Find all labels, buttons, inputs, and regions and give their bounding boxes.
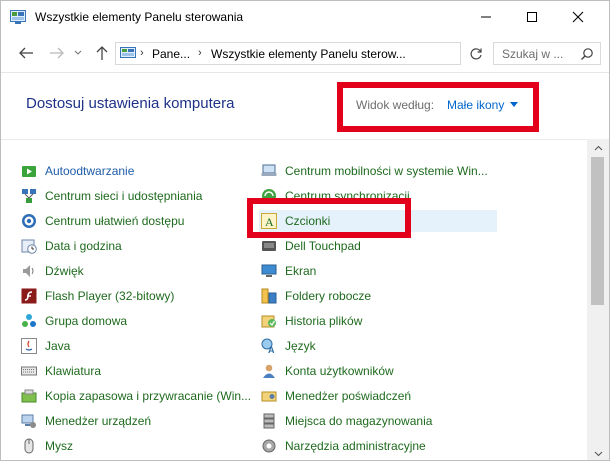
annotation-highlight-view: [337, 82, 539, 132]
arrow-right-icon: [50, 47, 64, 59]
credential-icon: [261, 391, 277, 402]
items-panel: Autoodtwarzanie Centrum sieci i udostępn…: [1, 139, 587, 460]
control-panel-icon: [10, 10, 26, 24]
list-item[interactable]: Centrum sieci i udostępniania: [21, 185, 202, 207]
java-icon: [21, 338, 37, 354]
close-icon: [572, 11, 584, 23]
search-input[interactable]: Szukaj w ...: [502, 47, 563, 61]
title-bar[interactable]: Wszystkie elementy Panelu sterowania: [1, 1, 609, 33]
chevron-down-icon: [594, 451, 602, 456]
speaker-icon: [23, 265, 34, 277]
user-accounts-icon: [263, 364, 275, 378]
refresh-button[interactable]: [464, 42, 488, 65]
address-bar[interactable]: › Pane... › Wszystkie elementy Panelu st…: [115, 42, 561, 65]
up-button[interactable]: [93, 44, 111, 62]
list-item[interactable]: Menedżer urządzeń: [21, 410, 151, 432]
list-item[interactable]: Historia plików: [261, 310, 362, 332]
minimize-button[interactable]: [463, 1, 509, 33]
close-button[interactable]: [555, 1, 601, 33]
list-item[interactable]: Dell Touchpad: [261, 235, 361, 257]
search-icon[interactable]: [580, 47, 594, 61]
chevron-up-icon: [594, 145, 602, 150]
breadcrumb-chevron-icon[interactable]: ›: [140, 47, 144, 59]
list-item[interactable]: Centrum mobilności w systemie Win...: [261, 160, 488, 182]
file-history-icon: [261, 315, 276, 328]
list-item[interactable]: Konta użytkowników: [261, 360, 394, 382]
scroll-up-button[interactable]: [587, 139, 609, 156]
search-box[interactable]: Szukaj w ...: [493, 42, 601, 65]
vertical-scrollbar[interactable]: [587, 139, 609, 460]
forward-button[interactable]: [48, 44, 66, 62]
navigation-bar: › Pane... › Wszystkie elementy Panelu st…: [1, 33, 609, 73]
refresh-icon: [470, 47, 482, 59]
list-item[interactable]: Narzędzia administracyjne: [261, 435, 426, 457]
autoplay-icon: [22, 166, 36, 177]
list-item[interactable]: Ekran: [261, 260, 316, 282]
flash-icon: [21, 288, 37, 304]
maximize-icon: [527, 12, 537, 22]
breadcrumb-chevron-icon[interactable]: ›: [198, 47, 202, 59]
arrow-left-icon: [19, 47, 33, 59]
scroll-down-button[interactable]: [587, 445, 609, 460]
scrollbar-thumb[interactable]: [591, 157, 604, 305]
annotation-highlight-fonts: [247, 198, 411, 238]
list-item[interactable]: Mysz: [21, 435, 73, 457]
chevron-down-icon: [74, 50, 82, 55]
homegroup-icon: [22, 314, 36, 327]
list-item[interactable]: Klawiatura: [21, 360, 101, 382]
list-item[interactable]: Dźwięk: [21, 260, 84, 282]
recent-locations-button[interactable]: [72, 44, 84, 62]
list-item[interactable]: Data i godzina: [21, 235, 122, 257]
network-icon: [22, 189, 36, 203]
list-item[interactable]: Java: [21, 335, 70, 357]
list-item[interactable]: Kopia zapasowa i przywracanie (Win...: [21, 385, 251, 407]
language-icon: A: [261, 338, 275, 354]
list-item[interactable]: Miejsca do magazynowania: [261, 410, 432, 432]
maximize-button[interactable]: [509, 1, 555, 33]
svg-text:A: A: [268, 345, 275, 354]
mobility-icon: [261, 164, 277, 176]
list-item[interactable]: Flash Player (32-bitowy): [21, 285, 174, 307]
device-manager-icon: [21, 414, 36, 428]
work-folders-icon: [261, 288, 277, 304]
minimize-icon: [481, 16, 491, 18]
admin-tools-icon: [262, 439, 276, 453]
list-item[interactable]: Grupa domowa: [21, 310, 127, 332]
storage-icon: [263, 413, 275, 429]
keyboard-icon: [21, 366, 37, 376]
arrow-up-icon: [96, 46, 108, 60]
accessibility-icon: [22, 214, 36, 228]
mouse-icon: [24, 438, 34, 454]
backup-icon: [21, 389, 37, 403]
window-title: Wszystkie elementy Panelu sterowania: [35, 10, 244, 24]
content-header: Dostosuj ustawienia komputera Widok wedł…: [1, 73, 609, 139]
touchpad-icon: [262, 241, 276, 251]
breadcrumb-item[interactable]: Wszystkie elementy Panelu sterow...: [211, 47, 406, 61]
list-item[interactable]: Foldery robocze: [261, 285, 371, 307]
control-panel-window: Wszystkie elementy Panelu sterowania › P…: [0, 0, 610, 461]
back-button[interactable]: [17, 44, 35, 62]
list-item[interactable]: Menedżer poświadczeń: [261, 385, 411, 407]
list-item[interactable]: Centrum ułatwień dostępu: [21, 210, 184, 232]
list-item[interactable]: Autoodtwarzanie: [21, 160, 134, 182]
list-item[interactable]: A Język: [261, 335, 316, 357]
breadcrumb-item[interactable]: Pane...: [152, 47, 190, 61]
control-panel-icon: [120, 47, 136, 58]
clock-icon: [21, 239, 37, 254]
page-title: Dostosuj ustawienia komputera: [26, 95, 235, 112]
display-icon: [261, 264, 277, 277]
